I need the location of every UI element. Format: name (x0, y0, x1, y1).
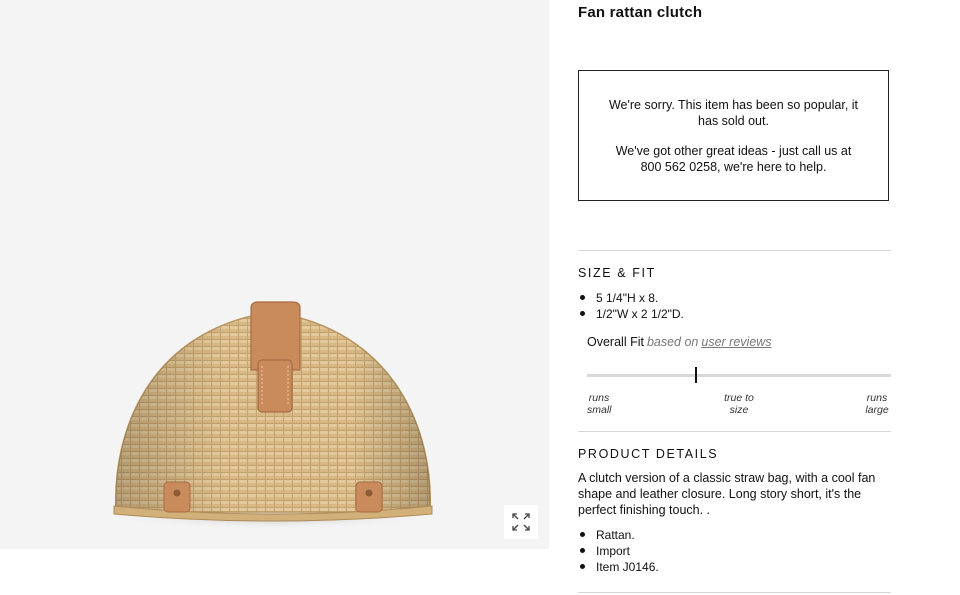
product-page: Fan rattan clutch We're sorry. This item… (0, 0, 960, 595)
size-fit-heading: SIZE & FIT (578, 266, 656, 280)
fit-label-runs-small: runs small (587, 392, 612, 416)
list-item: Import (578, 543, 659, 559)
fit-scale-track (587, 374, 891, 377)
fit-label-runs-large: runs large (865, 392, 889, 416)
fit-label-true-to-size: true to size (724, 392, 754, 416)
zoom-button[interactable] (504, 505, 538, 539)
fit-scale-marker (695, 367, 698, 383)
overall-fit-label: Overall Fit (587, 335, 644, 349)
list-item: Rattan. (578, 527, 659, 543)
divider (578, 431, 891, 432)
list-item: Item J0146. (578, 559, 659, 575)
product-description: A clutch version of a classic straw bag,… (578, 471, 876, 517)
based-on-text: based on (646, 335, 699, 349)
divider (578, 250, 891, 251)
soldout-message: We're sorry. This item has been so popul… (608, 98, 859, 128)
list-item: 1/2"W x 2 1/2"D. (578, 306, 684, 322)
product-title: Fan rattan clutch (578, 4, 703, 21)
size-fit-list: 5 1/4"H x 8. 1/2"W x 2 1/2"D. (578, 290, 684, 322)
product-image[interactable] (0, 0, 549, 549)
list-item: 5 1/4"H x 8. (578, 290, 684, 306)
user-reviews-link[interactable]: user reviews (701, 335, 771, 349)
product-image-panel (0, 0, 549, 549)
soldout-help-text: We've got other great ideas - just call … (615, 144, 852, 174)
expand-arrows-icon (512, 513, 530, 531)
product-details-list: Rattan. Import Item J0146. (578, 527, 659, 575)
soldout-notice: We're sorry. This item has been so popul… (578, 70, 889, 201)
divider (578, 592, 891, 593)
product-details-heading: PRODUCT DETAILS (578, 447, 719, 461)
overall-fit-row: Overall Fit based on user reviews (587, 335, 772, 349)
